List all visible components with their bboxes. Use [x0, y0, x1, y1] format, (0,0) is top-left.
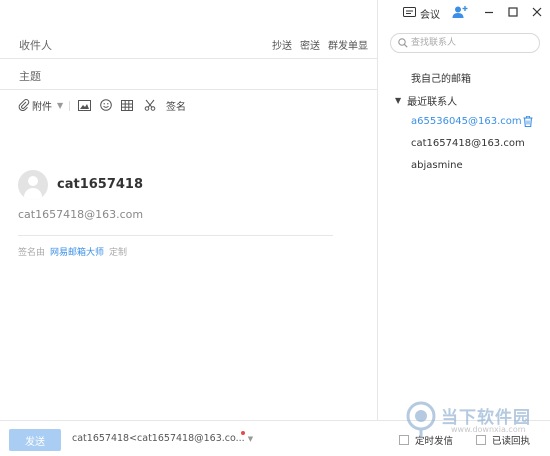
recipient-label: 收件人: [19, 39, 52, 52]
expand-triangle-icon: ▼: [395, 96, 402, 105]
trash-icon: [523, 115, 533, 130]
editor-toolbar: 附件 ▼ 签名: [0, 92, 377, 118]
image-icon: [78, 99, 91, 111]
contact-item[interactable]: cat1657418@163.com: [411, 138, 525, 149]
from-account-value: cat1657418<cat1657418@163.co...: [72, 433, 245, 444]
avatar-body: [24, 188, 42, 200]
close-button[interactable]: [530, 5, 544, 19]
maximize-icon: [506, 7, 520, 22]
signature-footer: 签名由 网易邮箱大师 定制: [18, 245, 127, 258]
delete-contact-button[interactable]: [523, 115, 533, 130]
timed-send-option[interactable]: 定时发信: [399, 433, 453, 447]
signature-name: cat1657418: [57, 177, 144, 192]
read-receipt-label: 已读回执: [492, 436, 531, 447]
compose-pane: 收件人 抄送 密送 群发单显 主题 附件 ▼ 签名 cat1657418 cat…: [0, 0, 377, 420]
contacts-pane: 会议 我自己的邮箱 ▼ 最近联系人: [377, 0, 550, 420]
chevron-down-icon: ▼: [247, 435, 254, 443]
subject-label: 主题: [19, 70, 41, 83]
read-receipt-checkbox[interactable]: [476, 435, 486, 445]
emoji-icon: [100, 99, 112, 111]
meeting-icon: [403, 6, 416, 21]
signature-button[interactable]: 签名: [166, 97, 186, 113]
my-mailbox-item[interactable]: 我自己的邮箱: [411, 70, 471, 85]
add-contact-button[interactable]: [452, 5, 468, 22]
minimize-icon: [482, 9, 496, 22]
bcc-link[interactable]: 密送: [300, 37, 320, 52]
notification-dot: [241, 431, 245, 435]
compose-bottom-bar: 发送 cat1657418<cat1657418@163.co... ▼ 定时发信…: [0, 420, 550, 456]
cc-link[interactable]: 抄送: [272, 37, 292, 52]
signature-divider: [18, 235, 333, 236]
attach-label: 附件: [32, 101, 52, 113]
read-receipt-option[interactable]: 已读回执: [476, 433, 530, 447]
emoji-button[interactable]: [100, 97, 112, 113]
group-single-link[interactable]: 群发单显: [328, 37, 368, 52]
search-input[interactable]: [411, 36, 531, 50]
maximize-button[interactable]: [506, 5, 520, 19]
timed-send-checkbox[interactable]: [399, 435, 409, 445]
subject-row[interactable]: 主题: [0, 59, 377, 90]
avatar: [18, 170, 48, 200]
avatar-head: [28, 176, 38, 186]
meeting-label: 会议: [420, 10, 440, 21]
meeting-button[interactable]: 会议: [403, 6, 440, 21]
recent-contacts-group[interactable]: ▼ 最近联系人: [395, 93, 457, 108]
attach-button[interactable]: 附件 ▼: [18, 97, 63, 113]
close-icon: [530, 7, 544, 22]
signature-custom-link[interactable]: 定制: [109, 248, 127, 258]
contact-item[interactable]: a65536045@163.com: [411, 116, 522, 127]
signature-footer-prefix: 签名由: [18, 248, 46, 258]
insert-table-button[interactable]: [121, 97, 133, 113]
insert-image-button[interactable]: [78, 97, 91, 113]
toolbar-divider: [69, 101, 70, 111]
window-titlebar: 会议: [378, 0, 550, 26]
recipient-row[interactable]: 收件人 抄送 密送 群发单显: [0, 28, 377, 59]
minimize-button[interactable]: [482, 5, 496, 19]
signature-brand-link[interactable]: 网易邮箱大师: [50, 248, 104, 258]
send-button[interactable]: 发送: [9, 429, 61, 451]
from-account-select[interactable]: cat1657418<cat1657418@163.co... ▼: [72, 433, 253, 444]
add-contact-icon: [452, 6, 468, 22]
screenshot-button[interactable]: [144, 97, 156, 113]
cc-links: 抄送 密送 群发单显: [272, 37, 368, 52]
screenshot-icon: [144, 99, 156, 111]
timed-send-label: 定时发信: [415, 436, 454, 447]
signature-label: 签名: [166, 101, 186, 113]
signature-email: cat1657418@163.com: [18, 208, 144, 221]
chevron-down-icon: ▼: [57, 100, 64, 110]
contact-search[interactable]: [390, 33, 540, 53]
contact-item[interactable]: abjasmine: [411, 160, 463, 171]
table-icon: [121, 99, 133, 111]
recent-contacts-label: 最近联系人: [407, 97, 458, 108]
attach-icon: [18, 99, 30, 111]
